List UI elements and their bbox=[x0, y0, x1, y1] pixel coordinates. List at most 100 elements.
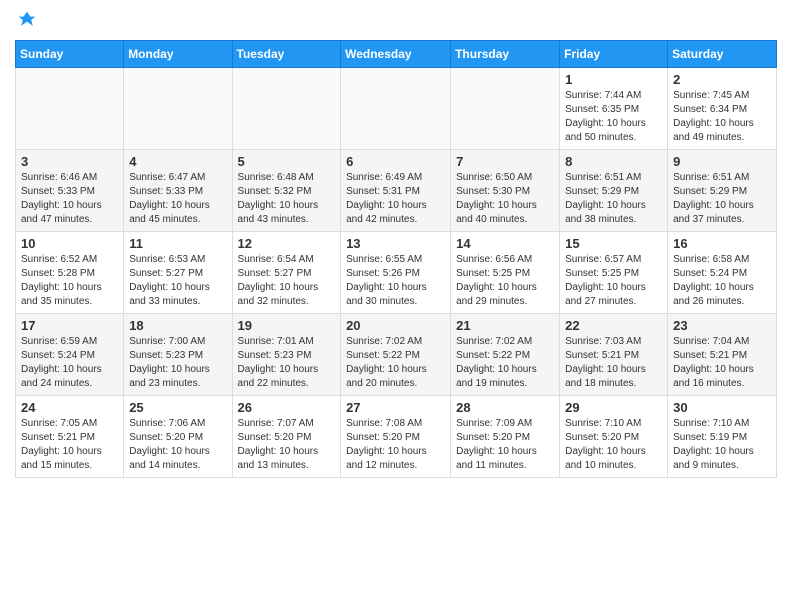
day-number: 21 bbox=[456, 318, 554, 333]
day-number: 10 bbox=[21, 236, 118, 251]
day-info: Sunrise: 6:51 AM Sunset: 5:29 PM Dayligh… bbox=[673, 171, 771, 227]
calendar-cell bbox=[451, 68, 560, 150]
calendar-cell: 25 Sunrise: 7:06 AM Sunset: 5:20 PM Dayli… bbox=[124, 396, 232, 478]
day-number: 1 bbox=[565, 72, 662, 87]
day-number: 5 bbox=[238, 154, 336, 169]
day-info: Sunrise: 6:46 AM Sunset: 5:33 PM Dayligh… bbox=[21, 171, 118, 227]
day-info: Sunrise: 6:59 AM Sunset: 5:24 PM Dayligh… bbox=[21, 335, 118, 391]
calendar-cell: 9 Sunrise: 6:51 AM Sunset: 5:29 PM Daylig… bbox=[668, 150, 777, 232]
day-info: Sunrise: 7:07 AM Sunset: 5:20 PM Dayligh… bbox=[238, 417, 336, 473]
day-info: Sunrise: 7:09 AM Sunset: 5:20 PM Dayligh… bbox=[456, 417, 554, 473]
day-of-week-header: Friday bbox=[560, 41, 668, 68]
day-number: 22 bbox=[565, 318, 662, 333]
calendar-cell: 19 Sunrise: 7:01 AM Sunset: 5:23 PM Dayli… bbox=[232, 314, 341, 396]
day-number: 24 bbox=[21, 400, 118, 415]
calendar-cell: 10 Sunrise: 6:52 AM Sunset: 5:28 PM Dayli… bbox=[16, 232, 124, 314]
day-info: Sunrise: 7:01 AM Sunset: 5:23 PM Dayligh… bbox=[238, 335, 336, 391]
calendar-cell: 26 Sunrise: 7:07 AM Sunset: 5:20 PM Dayli… bbox=[232, 396, 341, 478]
calendar-cell: 15 Sunrise: 6:57 AM Sunset: 5:25 PM Dayli… bbox=[560, 232, 668, 314]
logo-text bbox=[15, 10, 37, 30]
calendar-cell: 14 Sunrise: 6:56 AM Sunset: 5:25 PM Dayli… bbox=[451, 232, 560, 314]
day-number: 13 bbox=[346, 236, 445, 251]
day-info: Sunrise: 7:00 AM Sunset: 5:23 PM Dayligh… bbox=[129, 335, 226, 391]
day-number: 7 bbox=[456, 154, 554, 169]
calendar-cell bbox=[16, 68, 124, 150]
day-info: Sunrise: 6:57 AM Sunset: 5:25 PM Dayligh… bbox=[565, 253, 662, 309]
day-info: Sunrise: 7:02 AM Sunset: 5:22 PM Dayligh… bbox=[346, 335, 445, 391]
day-info: Sunrise: 7:06 AM Sunset: 5:20 PM Dayligh… bbox=[129, 417, 226, 473]
calendar-cell: 24 Sunrise: 7:05 AM Sunset: 5:21 PM Dayli… bbox=[16, 396, 124, 478]
day-number: 29 bbox=[565, 400, 662, 415]
day-number: 9 bbox=[673, 154, 771, 169]
day-info: Sunrise: 7:05 AM Sunset: 5:21 PM Dayligh… bbox=[21, 417, 118, 473]
calendar-cell: 21 Sunrise: 7:02 AM Sunset: 5:22 PM Dayli… bbox=[451, 314, 560, 396]
calendar-cell: 13 Sunrise: 6:55 AM Sunset: 5:26 PM Dayli… bbox=[341, 232, 451, 314]
day-info: Sunrise: 6:51 AM Sunset: 5:29 PM Dayligh… bbox=[565, 171, 662, 227]
day-number: 16 bbox=[673, 236, 771, 251]
day-info: Sunrise: 6:49 AM Sunset: 5:31 PM Dayligh… bbox=[346, 171, 445, 227]
day-info: Sunrise: 6:47 AM Sunset: 5:33 PM Dayligh… bbox=[129, 171, 226, 227]
header bbox=[15, 10, 777, 30]
day-info: Sunrise: 7:44 AM Sunset: 6:35 PM Dayligh… bbox=[565, 89, 662, 145]
day-info: Sunrise: 7:45 AM Sunset: 6:34 PM Dayligh… bbox=[673, 89, 771, 145]
logo-icon bbox=[17, 10, 37, 30]
day-number: 12 bbox=[238, 236, 336, 251]
day-number: 28 bbox=[456, 400, 554, 415]
day-of-week-header: Monday bbox=[124, 41, 232, 68]
day-number: 4 bbox=[129, 154, 226, 169]
day-of-week-header: Saturday bbox=[668, 41, 777, 68]
calendar-cell: 16Sunrise: 6:58 AM Sunset: 5:24 PM Dayli… bbox=[668, 232, 777, 314]
day-number: 27 bbox=[346, 400, 445, 415]
calendar-cell: 6Sunrise: 6:49 AM Sunset: 5:31 PM Daylig… bbox=[341, 150, 451, 232]
day-number: 2 bbox=[673, 72, 771, 87]
day-info: Sunrise: 6:53 AM Sunset: 5:27 PM Dayligh… bbox=[129, 253, 226, 309]
day-info: Sunrise: 6:52 AM Sunset: 5:28 PM Dayligh… bbox=[21, 253, 118, 309]
day-info: Sunrise: 7:10 AM Sunset: 5:20 PM Dayligh… bbox=[565, 417, 662, 473]
day-of-week-header: Wednesday bbox=[341, 41, 451, 68]
day-number: 11 bbox=[129, 236, 226, 251]
day-info: Sunrise: 7:08 AM Sunset: 5:20 PM Dayligh… bbox=[346, 417, 445, 473]
day-number: 8 bbox=[565, 154, 662, 169]
day-info: Sunrise: 7:10 AM Sunset: 5:19 PM Dayligh… bbox=[673, 417, 771, 473]
day-number: 26 bbox=[238, 400, 336, 415]
day-number: 25 bbox=[129, 400, 226, 415]
day-number: 19 bbox=[238, 318, 336, 333]
calendar-header: SundayMondayTuesdayWednesdayThursdayFrid… bbox=[16, 41, 777, 68]
calendar-cell: 12Sunrise: 6:54 AM Sunset: 5:27 PM Dayli… bbox=[232, 232, 341, 314]
calendar-cell: 27 Sunrise: 7:08 AM Sunset: 5:20 PM Dayli… bbox=[341, 396, 451, 478]
page: SundayMondayTuesdayWednesdayThursdayFrid… bbox=[0, 0, 792, 488]
day-info: Sunrise: 7:03 AM Sunset: 5:21 PM Dayligh… bbox=[565, 335, 662, 391]
logo bbox=[15, 10, 37, 30]
calendar-cell bbox=[232, 68, 341, 150]
calendar-week-row: 1 Sunrise: 7:44 AM Sunset: 6:35 PM Daylig… bbox=[16, 68, 777, 150]
day-number: 14 bbox=[456, 236, 554, 251]
calendar-week-row: 17 Sunrise: 6:59 AM Sunset: 5:24 PM Dayli… bbox=[16, 314, 777, 396]
calendar-cell bbox=[341, 68, 451, 150]
day-of-week-header: Sunday bbox=[16, 41, 124, 68]
day-number: 3 bbox=[21, 154, 118, 169]
day-info: Sunrise: 6:55 AM Sunset: 5:26 PM Dayligh… bbox=[346, 253, 445, 309]
calendar-cell: 4 Sunrise: 6:47 AM Sunset: 5:33 PM Daylig… bbox=[124, 150, 232, 232]
calendar-cell: 22 Sunrise: 7:03 AM Sunset: 5:21 PM Dayli… bbox=[560, 314, 668, 396]
day-number: 17 bbox=[21, 318, 118, 333]
calendar-week-row: 3 Sunrise: 6:46 AM Sunset: 5:33 PM Daylig… bbox=[16, 150, 777, 232]
calendar-cell bbox=[124, 68, 232, 150]
calendar-cell: 2 Sunrise: 7:45 AM Sunset: 6:34 PM Daylig… bbox=[668, 68, 777, 150]
day-info: Sunrise: 7:02 AM Sunset: 5:22 PM Dayligh… bbox=[456, 335, 554, 391]
day-info: Sunrise: 6:56 AM Sunset: 5:25 PM Dayligh… bbox=[456, 253, 554, 309]
day-number: 20 bbox=[346, 318, 445, 333]
calendar-cell: 20 Sunrise: 7:02 AM Sunset: 5:22 PM Dayli… bbox=[341, 314, 451, 396]
calendar-cell: 5Sunrise: 6:48 AM Sunset: 5:32 PM Daylig… bbox=[232, 150, 341, 232]
days-of-week-row: SundayMondayTuesdayWednesdayThursdayFrid… bbox=[16, 41, 777, 68]
calendar-cell: 17 Sunrise: 6:59 AM Sunset: 5:24 PM Dayli… bbox=[16, 314, 124, 396]
day-number: 15 bbox=[565, 236, 662, 251]
calendar-week-row: 24 Sunrise: 7:05 AM Sunset: 5:21 PM Dayli… bbox=[16, 396, 777, 478]
calendar-cell: 7 Sunrise: 6:50 AM Sunset: 5:30 PM Daylig… bbox=[451, 150, 560, 232]
day-info: Sunrise: 6:50 AM Sunset: 5:30 PM Dayligh… bbox=[456, 171, 554, 227]
calendar-cell: 8 Sunrise: 6:51 AM Sunset: 5:29 PM Daylig… bbox=[560, 150, 668, 232]
calendar-cell: 11 Sunrise: 6:53 AM Sunset: 5:27 PM Dayli… bbox=[124, 232, 232, 314]
calendar-cell: 30Sunrise: 7:10 AM Sunset: 5:19 PM Dayli… bbox=[668, 396, 777, 478]
day-info: Sunrise: 7:04 AM Sunset: 5:21 PM Dayligh… bbox=[673, 335, 771, 391]
day-number: 18 bbox=[129, 318, 226, 333]
calendar-cell: 23Sunrise: 7:04 AM Sunset: 5:21 PM Dayli… bbox=[668, 314, 777, 396]
